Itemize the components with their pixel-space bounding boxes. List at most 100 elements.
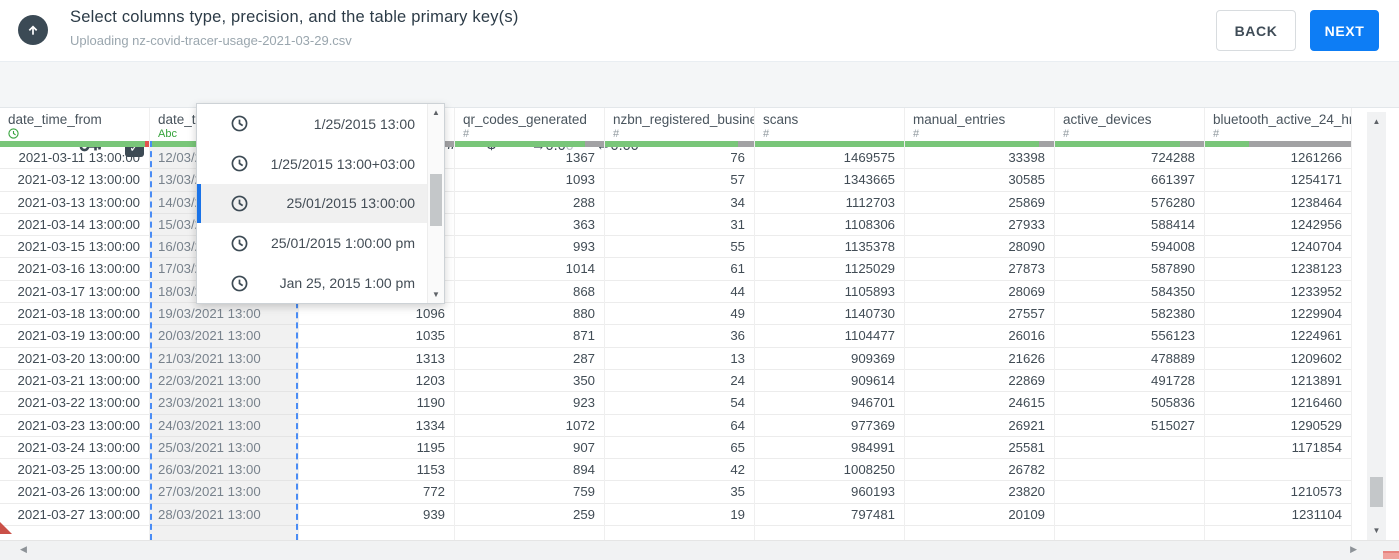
table-cell[interactable]: 594008 bbox=[1055, 236, 1204, 259]
table-cell[interactable]: 28090 bbox=[905, 236, 1054, 259]
table-cell[interactable]: 2021-03-27 13:00:00 bbox=[0, 504, 149, 527]
table-cell[interactable]: 1213891 bbox=[1205, 370, 1351, 393]
scroll-left-icon[interactable]: ◀ bbox=[20, 544, 27, 555]
table-cell[interactable]: 35 bbox=[605, 481, 754, 504]
table-cell[interactable]: 1104477 bbox=[755, 325, 904, 348]
table-cell[interactable]: 22/03/2021 13:00 bbox=[152, 370, 296, 393]
table-cell[interactable]: 2021-03-15 13:00:00 bbox=[0, 236, 149, 259]
table-cell[interactable]: 1125029 bbox=[755, 258, 904, 281]
horizontal-scrollbar[interactable]: ◀ ▶ bbox=[0, 540, 1399, 560]
date-format-option[interactable]: 1/25/2015 13:00+03:00 bbox=[197, 144, 427, 184]
table-cell[interactable]: 1233952 bbox=[1205, 281, 1351, 304]
table-cell[interactable]: 556123 bbox=[1055, 325, 1204, 348]
column-header[interactable]: scans # bbox=[755, 108, 904, 141]
table-cell[interactable]: 26782 bbox=[905, 459, 1054, 482]
table-cell[interactable]: 27933 bbox=[905, 214, 1054, 237]
table-cell[interactable]: 49 bbox=[605, 303, 754, 326]
table-cell[interactable]: 946701 bbox=[755, 392, 904, 415]
table-cell[interactable]: 19 bbox=[605, 504, 754, 527]
table-cell[interactable]: 1112703 bbox=[755, 192, 904, 214]
date-format-option[interactable]: 1/25/2015 13:00 bbox=[197, 104, 427, 144]
table-cell[interactable]: 759 bbox=[455, 481, 604, 504]
table-cell[interactable]: 588414 bbox=[1055, 214, 1204, 237]
table-cell[interactable]: 64 bbox=[605, 415, 754, 437]
table-cell[interactable]: 1171854 bbox=[1205, 437, 1351, 460]
table-cell[interactable]: 25581 bbox=[905, 437, 1054, 460]
table-cell[interactable]: 907 bbox=[455, 437, 604, 460]
vertical-scroll-thumb[interactable] bbox=[1370, 477, 1383, 507]
table-cell[interactable]: 1469575 bbox=[755, 147, 904, 170]
date-format-option[interactable]: 25/01/2015 1:00:00 pm bbox=[197, 223, 427, 263]
scroll-down-icon[interactable]: ▼ bbox=[428, 290, 444, 299]
table-cell[interactable]: 2021-03-13 13:00:00 bbox=[0, 192, 149, 214]
table-cell[interactable]: 1190 bbox=[299, 392, 454, 415]
table-cell[interactable]: 1035 bbox=[299, 325, 454, 348]
table-cell[interactable] bbox=[1055, 504, 1204, 527]
table-cell[interactable]: 61 bbox=[605, 258, 754, 281]
table-cell[interactable] bbox=[1055, 437, 1204, 460]
table-cell[interactable]: 26016 bbox=[905, 325, 1054, 348]
table-cell[interactable]: 1313 bbox=[299, 348, 454, 370]
table-cell[interactable]: 1195 bbox=[299, 437, 454, 460]
table-cell[interactable]: 1231104 bbox=[1205, 504, 1351, 527]
table-cell[interactable]: 25869 bbox=[905, 192, 1054, 214]
table-cell[interactable]: 1238123 bbox=[1205, 258, 1351, 281]
table-cell[interactable]: 1072 bbox=[455, 415, 604, 437]
table-cell[interactable]: 491728 bbox=[1055, 370, 1204, 393]
table-cell[interactable]: 1242956 bbox=[1205, 214, 1351, 237]
table-cell[interactable]: 24 bbox=[605, 370, 754, 393]
table-cell[interactable]: 36 bbox=[605, 325, 754, 348]
scroll-right-icon[interactable]: ▶ bbox=[1350, 544, 1357, 555]
table-cell[interactable]: 31 bbox=[605, 214, 754, 237]
table-cell[interactable]: 2021-03-17 13:00:00 bbox=[0, 281, 149, 304]
table-cell[interactable]: 27/03/2021 13:00 bbox=[152, 481, 296, 504]
table-cell[interactable]: 909614 bbox=[755, 370, 904, 393]
column-header[interactable]: nzbn_registered_busine # bbox=[605, 108, 754, 141]
table-cell[interactable]: 21/03/2021 13:00 bbox=[152, 348, 296, 370]
table-cell[interactable]: 2021-03-23 13:00:00 bbox=[0, 415, 149, 437]
column-header[interactable]: qr_codes_generated # bbox=[455, 108, 604, 141]
table-cell[interactable]: 1203 bbox=[299, 370, 454, 393]
table-cell[interactable]: 1153 bbox=[299, 459, 454, 482]
scroll-up-icon[interactable]: ▲ bbox=[428, 108, 444, 117]
table-cell[interactable]: 871 bbox=[455, 325, 604, 348]
table-cell[interactable]: 661397 bbox=[1055, 169, 1204, 192]
table-cell[interactable]: 868 bbox=[455, 281, 604, 304]
table-cell[interactable]: 2021-03-14 13:00:00 bbox=[0, 214, 149, 237]
table-cell[interactable]: 894 bbox=[455, 459, 604, 482]
table-cell[interactable]: 363 bbox=[455, 214, 604, 237]
table-cell[interactable]: 1343665 bbox=[755, 169, 904, 192]
table-cell[interactable]: 2021-03-16 13:00:00 bbox=[0, 258, 149, 281]
table-cell[interactable]: 576280 bbox=[1055, 192, 1204, 214]
table-cell[interactable]: 19/03/2021 13:00 bbox=[152, 303, 296, 326]
table-cell[interactable]: 584350 bbox=[1055, 281, 1204, 304]
table-cell[interactable]: 259 bbox=[455, 504, 604, 527]
table-cell[interactable]: 2021-03-21 13:00:00 bbox=[0, 370, 149, 393]
table-cell[interactable]: 1290529 bbox=[1205, 415, 1351, 437]
table-cell[interactable]: 1367 bbox=[455, 147, 604, 170]
column-manual_entries[interactable]: manual_entries #33398 30585 25869 27933 28090… bbox=[905, 108, 1055, 541]
table-cell[interactable]: 28/03/2021 13:00 bbox=[152, 504, 296, 527]
horizontal-scroll-thumb[interactable] bbox=[1383, 551, 1399, 559]
table-cell[interactable]: 909369 bbox=[755, 348, 904, 370]
column-header[interactable]: date_time_from bbox=[0, 108, 149, 141]
table-cell[interactable]: 960193 bbox=[755, 481, 904, 504]
table-cell[interactable]: 1093 bbox=[455, 169, 604, 192]
table-cell[interactable]: 724288 bbox=[1055, 147, 1204, 170]
table-cell[interactable]: 287 bbox=[455, 348, 604, 370]
table-cell[interactable]: 20/03/2021 13:00 bbox=[152, 325, 296, 348]
table-cell[interactable] bbox=[1055, 459, 1204, 482]
column-header[interactable]: manual_entries # bbox=[905, 108, 1054, 141]
table-cell[interactable]: 1008250 bbox=[755, 459, 904, 482]
table-cell[interactable]: 984991 bbox=[755, 437, 904, 460]
table-cell[interactable]: 1140730 bbox=[755, 303, 904, 326]
table-cell[interactable]: 1210573 bbox=[1205, 481, 1351, 504]
table-cell[interactable]: 1209602 bbox=[1205, 348, 1351, 370]
dropdown-scroll-thumb[interactable] bbox=[430, 174, 442, 226]
table-cell[interactable]: 28069 bbox=[905, 281, 1054, 304]
table-cell[interactable]: 44 bbox=[605, 281, 754, 304]
table-cell[interactable]: 21626 bbox=[905, 348, 1054, 370]
table-cell[interactable]: 54 bbox=[605, 392, 754, 415]
table-cell[interactable]: 26921 bbox=[905, 415, 1054, 437]
table-cell[interactable]: 1108306 bbox=[755, 214, 904, 237]
